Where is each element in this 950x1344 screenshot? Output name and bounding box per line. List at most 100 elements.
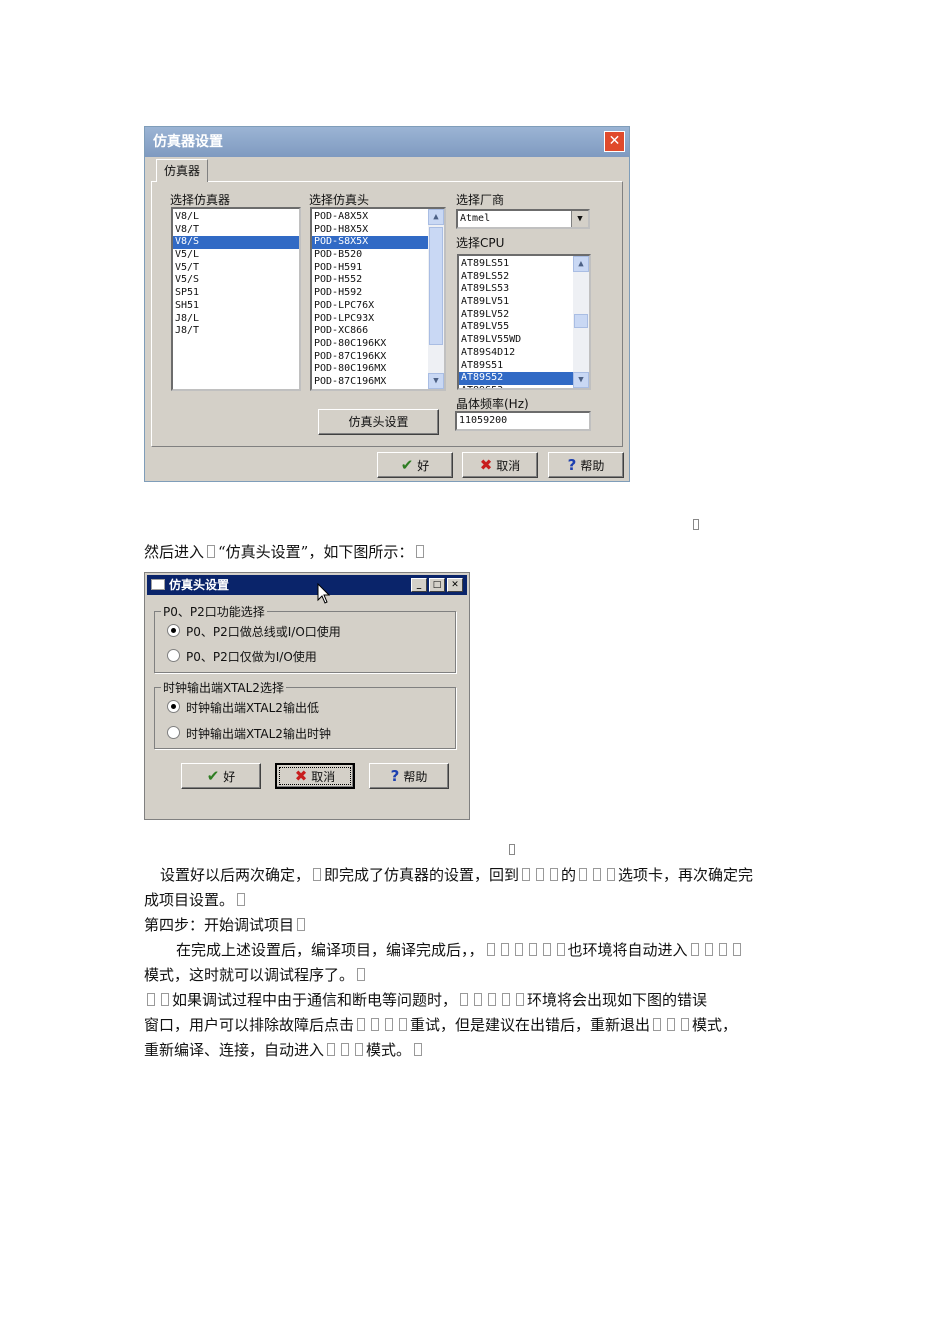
- placeholder-glyph: [516, 993, 525, 1006]
- pod-list-item[interactable]: POD-87C196KX: [312, 351, 444, 364]
- text-run: 模式。: [366, 1041, 412, 1059]
- radio-unchecked-icon: [167, 649, 180, 662]
- chevron-down-icon[interactable]: ▼: [571, 211, 588, 227]
- x-icon: ✖: [479, 456, 493, 474]
- text-run: 的: [561, 866, 577, 884]
- placeholder-glyph: [237, 893, 246, 906]
- emulator-list-item[interactable]: J8/T: [173, 325, 299, 338]
- help-button[interactable]: ? 帮助: [548, 452, 624, 478]
- pod-list-item[interactable]: POD-S8X5X: [312, 236, 444, 250]
- emulator-listbox[interactable]: V8/L V8/T V8/S V5/L V5/T V5/S SP51 SH51 J8/L J8/T: [171, 207, 301, 391]
- close-icon[interactable]: ✕: [604, 131, 625, 152]
- pod-list-item[interactable]: POD-H8X5X: [312, 224, 444, 237]
- emulator-list-item[interactable]: V5/S: [173, 274, 299, 287]
- cpu-list-item[interactable]: AT89S52: [459, 372, 589, 385]
- help-button[interactable]: ? 帮助: [369, 763, 449, 789]
- radio-io-only[interactable]: P0、P2口仅做为I/O使用: [167, 648, 317, 665]
- cpu-list-item[interactable]: AT89S4D12: [459, 347, 589, 360]
- pod-list-item[interactable]: POD-H592: [312, 287, 444, 300]
- text-run: 如果调试过程中由于通信和断电等问题时，: [172, 991, 458, 1009]
- placeholder-glyph: [161, 993, 169, 1006]
- pod-list-item[interactable]: POD-80C196KX: [312, 338, 444, 351]
- emulator-list-item[interactable]: J8/L: [173, 313, 299, 326]
- text-run: 成项目设置。: [144, 891, 235, 909]
- question-icon: ?: [390, 767, 400, 785]
- placeholder-glyph: [460, 993, 469, 1006]
- cpu-list-item[interactable]: AT89LS52: [459, 271, 589, 284]
- emulator-list-item[interactable]: V8/L: [173, 211, 299, 224]
- placeholder-glyph: [327, 1043, 336, 1056]
- emulator-list-item[interactable]: V5/T: [173, 262, 299, 275]
- cancel-button[interactable]: ✖ 取消: [275, 763, 355, 789]
- scroll-down-icon[interactable]: ▼: [573, 372, 589, 388]
- maximize-icon[interactable]: □: [429, 578, 445, 592]
- cancel-label: 取消: [311, 770, 336, 784]
- radio-checked-icon: [167, 624, 180, 637]
- radio-bus-or-io[interactable]: P0、P2口做总线或I/O口使用: [167, 623, 341, 640]
- emulator-list-item[interactable]: SH51: [173, 300, 299, 313]
- placeholder-glyph: [147, 993, 155, 1006]
- pod-list-item[interactable]: POD-LPC93X: [312, 313, 444, 326]
- ok-button[interactable]: ✔ 好: [181, 763, 261, 789]
- scroll-thumb[interactable]: [574, 314, 588, 328]
- scroll-up-icon[interactable]: ▲: [573, 256, 589, 272]
- scroll-up-icon[interactable]: ▲: [428, 209, 444, 225]
- pod-list-item[interactable]: POD-H591: [312, 262, 444, 275]
- cpu-list-item[interactable]: AT89LS51: [459, 258, 589, 271]
- radio-label: 时钟输出端XTAL2输出低: [186, 701, 319, 715]
- text-run: 在完成上述设置后，编译项目，编译完成后，，: [176, 941, 484, 959]
- pod-list-item[interactable]: POD-A8X5X: [312, 211, 444, 224]
- radio-unchecked-icon: [167, 726, 180, 739]
- pod-label: 选择仿真头: [309, 193, 370, 207]
- paragraph-confirm-cont: 成项目设置。: [144, 888, 248, 913]
- tab-emulator[interactable]: 仿真器: [156, 159, 208, 182]
- scroll-thumb[interactable]: [429, 227, 443, 345]
- placeholder-glyph: [416, 545, 425, 558]
- ok-button[interactable]: ✔ 好: [377, 452, 453, 478]
- pod-list-item[interactable]: POD-LPC76X: [312, 300, 444, 313]
- emulator-list-item[interactable]: SP51: [173, 287, 299, 300]
- pod-scrollbar[interactable]: ▲ ▼: [428, 209, 444, 389]
- mouse-cursor-icon: [317, 583, 331, 604]
- scroll-down-icon[interactable]: ▼: [428, 373, 444, 389]
- cpu-list-item[interactable]: AT89S53: [459, 385, 589, 388]
- cpu-list-item[interactable]: AT89S51: [459, 360, 589, 373]
- paragraph-error-cont2: 重新编译、连接，自动进入 模式。: [144, 1038, 425, 1063]
- emulator-list-item[interactable]: V8/T: [173, 224, 299, 237]
- freq-input[interactable]: 11059200: [455, 411, 591, 431]
- cpu-listbox[interactable]: AT89LS51 AT89LS52 AT89LS53 AT89LV51 AT89LV52…: [457, 254, 591, 390]
- pod-list-item[interactable]: POD-H552: [312, 274, 444, 287]
- text-run: 环境将会出现如下图的错误: [527, 991, 708, 1009]
- emulator-list-item[interactable]: V8/S: [173, 236, 299, 250]
- paragraph-intro: 然后进入 “仿真头设置”，如下图所示：: [144, 540, 427, 565]
- placeholder-glyph: [414, 1043, 423, 1056]
- cpu-list-item[interactable]: AT89LV55: [459, 321, 589, 334]
- radio-xtal2-clock[interactable]: 时钟输出端XTAL2输出时钟: [167, 725, 331, 742]
- pod-list-item[interactable]: POD-87C196MX: [312, 376, 444, 389]
- pod-listbox[interactable]: POD-A8X5X POD-H8X5X POD-S8X5X POD-B520 POD-H…: [310, 207, 446, 391]
- pod-list-item[interactable]: POD-XC866: [312, 325, 444, 338]
- radio-xtal2-low[interactable]: 时钟输出端XTAL2输出低: [167, 699, 319, 716]
- cpu-list-item[interactable]: AT89LV55WD: [459, 334, 589, 347]
- radio-checked-icon: [167, 700, 180, 713]
- emulator-settings-dialog: 仿真器设置 ✕ 仿真器 选择仿真器 V8/L V8/T V8/S V5/L V5/T V5…: [144, 126, 630, 482]
- pod-list-item[interactable]: POD-80C196MX: [312, 363, 444, 376]
- placeholder-glyph: [653, 1018, 662, 1031]
- cpu-scrollbar[interactable]: ▲ ▼: [573, 256, 589, 388]
- placeholder-glyph: [341, 1043, 350, 1056]
- cpu-list-item[interactable]: AT89LV52: [459, 309, 589, 322]
- vendor-select[interactable]: Atmel ▼: [456, 209, 590, 229]
- cpu-list-item[interactable]: AT89LS53: [459, 283, 589, 296]
- cancel-button[interactable]: ✖ 取消: [462, 452, 538, 478]
- placeholder-glyph: [693, 519, 699, 530]
- text-run: 即完成了仿真器的设置，回到: [324, 866, 520, 884]
- close-icon[interactable]: ✕: [447, 578, 463, 592]
- emulator-list-item[interactable]: V5/L: [173, 249, 299, 262]
- help-label: 帮助: [403, 770, 428, 784]
- freq-label: 晶体频率(Hz): [456, 397, 529, 411]
- pod-settings-button[interactable]: 仿真头设置: [318, 409, 439, 435]
- cpu-list-item[interactable]: AT89LV51: [459, 296, 589, 309]
- placeholder-glyph: [385, 1018, 394, 1031]
- minimize-icon[interactable]: _: [411, 578, 427, 592]
- pod-list-item[interactable]: POD-B520: [312, 249, 444, 262]
